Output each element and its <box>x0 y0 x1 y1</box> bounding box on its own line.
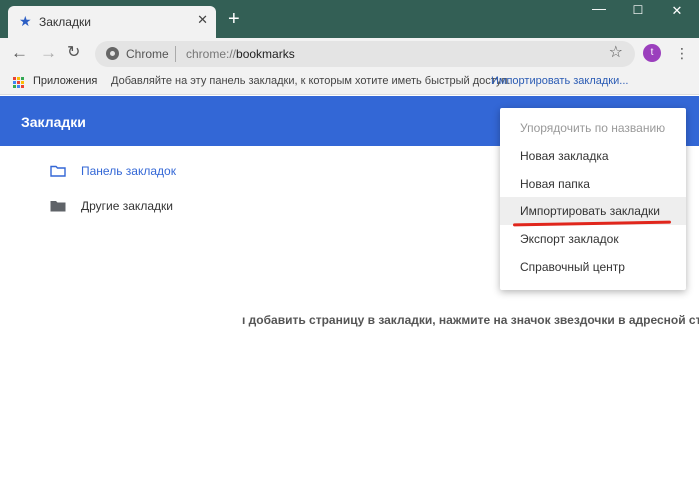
star-icon: ★ <box>19 13 32 29</box>
address-bar[interactable]: Chrome chrome://bookmarks ☆ <box>95 41 635 67</box>
import-bookmarks-link[interactable]: Импортировать закладки... <box>491 75 628 87</box>
folder-filled-icon <box>50 201 66 212</box>
back-button[interactable]: ← <box>11 43 28 63</box>
tab-close-icon[interactable]: ✕ <box>197 12 208 28</box>
bookmarks-bar-hint: Добавляйте на эту панель закладки, к кот… <box>111 75 511 87</box>
bookmark-star-icon[interactable]: ☆ <box>609 44 623 62</box>
tab-title: Закладки <box>39 15 91 29</box>
close-window-button[interactable]: ✕ <box>662 3 692 19</box>
menu-item-new-folder[interactable]: Новая папка <box>500 170 686 198</box>
organize-menu: Упорядочить по названию Новая закладка Н… <box>500 108 686 290</box>
url-path: bookmarks <box>236 47 295 61</box>
url-text[interactable]: chrome://bookmarks <box>186 47 295 61</box>
forward-button[interactable]: → <box>40 43 57 63</box>
new-tab-button[interactable]: + <box>228 9 240 29</box>
folder-label: Другие закладки <box>81 199 173 213</box>
browser-menu-icon[interactable]: ⋮ <box>675 44 689 62</box>
apps-grid-icon[interactable] <box>13 77 24 88</box>
folder-label: Панель закладок <box>81 164 176 178</box>
reload-button[interactable]: ↻ <box>67 43 80 63</box>
empty-state-message: ı добавить страницу в закладки, нажмите … <box>242 313 699 327</box>
page-title: Закладки <box>21 114 86 130</box>
apps-link[interactable]: Приложения <box>33 75 97 87</box>
menu-item-sort-by-name[interactable]: Упорядочить по названию <box>500 114 686 142</box>
chrome-icon <box>106 47 119 60</box>
omnibox-label: Chrome <box>126 47 169 61</box>
folder-outline-icon <box>50 165 66 177</box>
menu-item-new-bookmark[interactable]: Новая закладка <box>500 142 686 170</box>
menu-item-export-bookmarks[interactable]: Экспорт закладок <box>500 225 686 253</box>
maximize-button[interactable]: ☐ <box>623 3 653 17</box>
url-scheme: chrome:// <box>186 47 237 61</box>
minimize-button[interactable]: — <box>584 0 614 16</box>
menu-item-help-center[interactable]: Справочный центр <box>500 253 686 281</box>
title-bar: ★ Закладки ✕ + — ☐ ✕ <box>0 0 699 38</box>
toolbar: ← → ↻ Chrome chrome://bookmarks ☆ t ⋮ <box>0 38 699 70</box>
omnibox-divider <box>175 46 176 62</box>
tab-bookmarks[interactable]: ★ Закладки ✕ <box>8 6 216 38</box>
profile-avatar[interactable]: t <box>643 44 661 62</box>
bookmarks-bar: Приложения Добавляйте на эту панель закл… <box>0 70 699 95</box>
